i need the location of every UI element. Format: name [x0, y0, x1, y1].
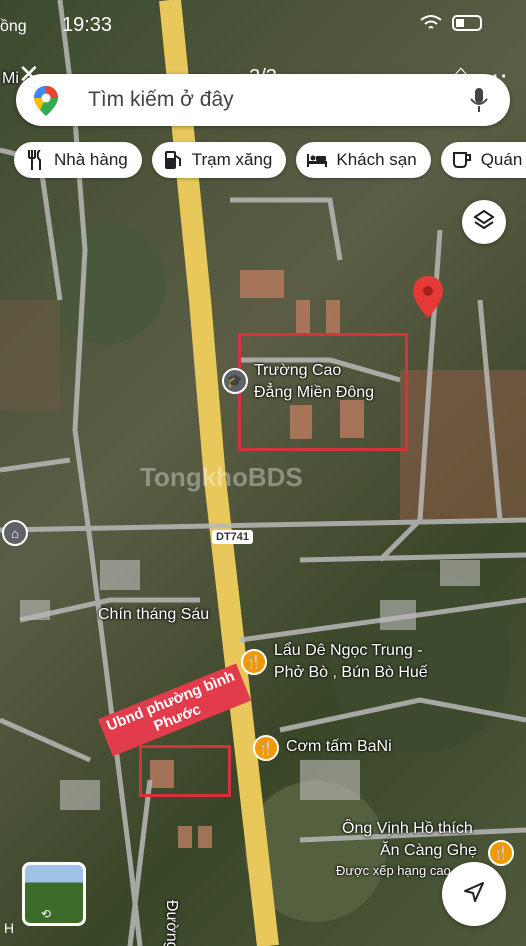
bed-icon: [306, 149, 328, 171]
restaurant-icon[interactable]: 🍴: [253, 735, 279, 761]
label-ong-vinh[interactable]: Ông Vịnh Hồ thích: [342, 820, 473, 838]
road-shield-dt741: DT741: [212, 530, 254, 544]
chip-label: Nhà hàng: [54, 150, 128, 169]
label-an-cang-ghe[interactable]: Ăn Càng Ghẹ: [380, 842, 477, 860]
label-lau-de[interactable]: Lẩu Dê Ngọc Trung -: [274, 642, 423, 660]
search-bar[interactable]: Tìm kiếm ở đây: [16, 74, 510, 126]
chip-label: Trạm xăng: [191, 150, 273, 169]
label-com-tam[interactable]: Cơm tấm BaNi: [286, 738, 392, 756]
status-icons: [420, 14, 486, 38]
navigation-arrow-icon: [462, 880, 486, 909]
school-icon[interactable]: 🎓: [222, 368, 248, 394]
chip-hotels[interactable]: Khách sạn: [296, 142, 431, 178]
chip-label: Khách sạn: [336, 150, 417, 169]
category-chips: Nhà hàng Trạm xăng Khách sạn Quán c: [14, 142, 526, 178]
restaurant-icon[interactable]: 🍴: [241, 649, 267, 675]
battery-icon: [452, 14, 486, 38]
annotation-box-ubnd: [139, 745, 231, 797]
chip-label: Quán c: [480, 150, 526, 169]
location-pin-icon[interactable]: [413, 276, 443, 318]
layers-icon: [473, 209, 495, 236]
google-maps-logo-icon: [34, 86, 58, 121]
watermark: TongkhoBDS: [140, 462, 303, 492]
status-left-fragment: ồng: [0, 18, 27, 35]
label-chin-thang-sau: Chín tháng Sáu: [98, 606, 210, 623]
label-college[interactable]: Trường Cao Đẳng Miền Đông: [254, 360, 374, 404]
street-view-thumbnail[interactable]: ⟲: [22, 862, 86, 926]
chip-coffee[interactable]: Quán c: [440, 142, 526, 178]
layers-button[interactable]: [462, 200, 506, 244]
wifi-icon: [420, 14, 442, 38]
rotate-360-icon: ⟲: [41, 907, 52, 921]
chip-gas-stations[interactable]: Trạm xăng: [151, 142, 287, 178]
status-time: 19:33: [62, 14, 113, 36]
label-fragment: H: [4, 920, 15, 936]
gas-station-icon: [162, 149, 184, 171]
fork-knife-icon: [24, 149, 46, 171]
govt-building-icon[interactable]: ⌂: [2, 520, 28, 546]
restaurant-icon[interactable]: 🍴: [488, 840, 514, 866]
status-bar: ồng 19:33: [0, 10, 526, 40]
chip-restaurants[interactable]: Nhà hàng: [14, 142, 142, 178]
label-duong: Đường: [163, 900, 180, 946]
my-location-button[interactable]: [442, 862, 506, 926]
search-input[interactable]: Tìm kiếm ở đây: [88, 88, 234, 112]
label-lau-de-2[interactable]: Phở Bò , Bún Bò Huế: [274, 664, 428, 682]
label-rated: Được xếp hạng cao: [336, 863, 451, 878]
coffee-icon: [451, 149, 473, 171]
microphone-icon[interactable]: [470, 87, 488, 118]
